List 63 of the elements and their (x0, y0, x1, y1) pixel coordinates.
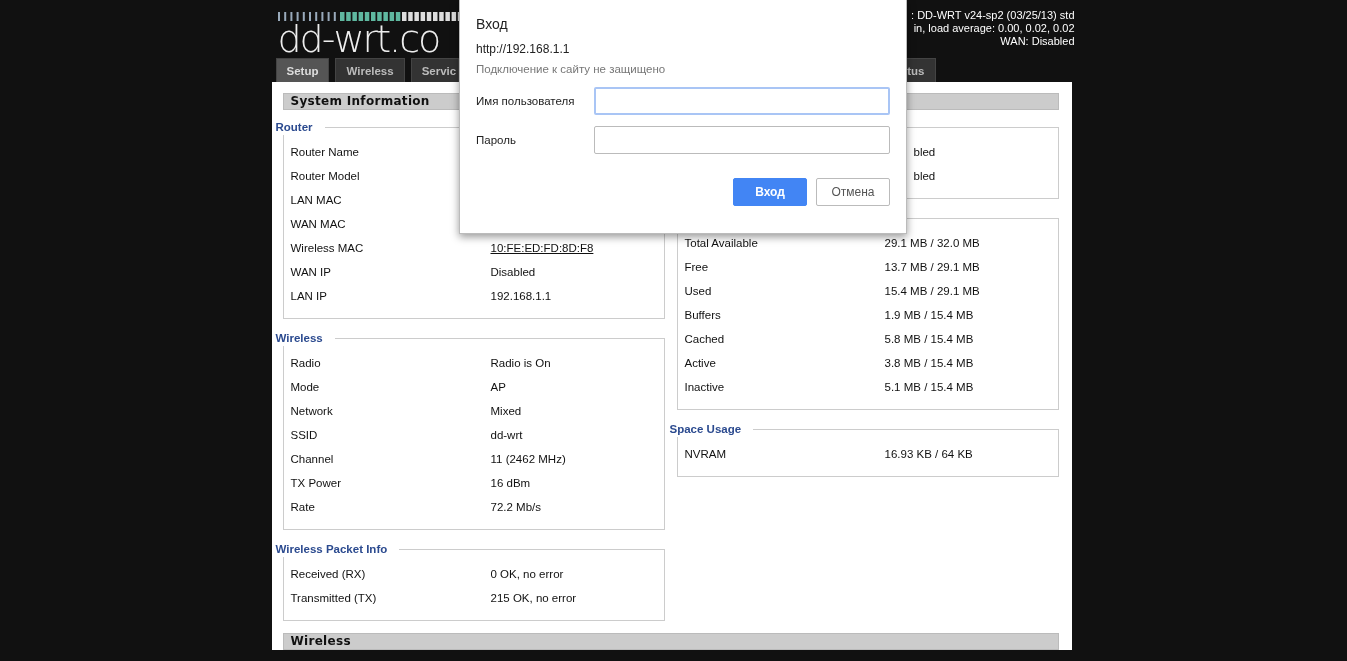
field-label: Used (683, 285, 713, 297)
field-value: 0 OK, no error (490, 568, 564, 580)
router-info-text: in, load average: 0.00, 0.02, 0.02 (913, 22, 1075, 35)
field-value: bled (912, 170, 936, 182)
field-label: Transmitted (TX) (289, 592, 378, 604)
field-label: Radio (289, 357, 322, 369)
dialog-title: Вход (476, 15, 509, 34)
router-info-text: WAN: Disabled (1000, 35, 1075, 48)
field-value: 13.7 MB / 29.1 MB (884, 261, 980, 273)
field-value: 16 dBm (490, 477, 531, 489)
cancel-button[interactable]: Отмена (816, 178, 890, 206)
field-label: Total Available (683, 237, 759, 249)
security-note: Подключение к сайту не защищено (476, 63, 667, 75)
field-label: LAN MAC (289, 194, 343, 206)
field-label: Router Name (289, 146, 360, 158)
field-label: SSID (289, 429, 319, 441)
field-label: Пароль (476, 134, 517, 146)
field-value: 3.8 MB / 15.4 MB (884, 357, 974, 369)
field-label: Rate (289, 501, 316, 513)
field-label: Network (289, 405, 334, 417)
section-title-bar: Wireless (282, 633, 1059, 650)
field-value: Mixed (490, 405, 522, 417)
field-label: Router Model (289, 170, 361, 182)
field-label: Buffers (683, 309, 722, 321)
nav-tab[interactable]: Wireless (335, 58, 405, 82)
field-value: Radio is On (490, 357, 551, 369)
field-label: LAN IP (289, 290, 328, 302)
input-field[interactable] (593, 126, 890, 154)
field-label: TX Power (289, 477, 342, 489)
field-value: AP (490, 381, 506, 393)
site-url: http://192.168.1.1 (476, 42, 571, 56)
login-button[interactable]: Вход (733, 178, 807, 206)
mac-link[interactable]: 10:FE:ED:FD:8D:F8 (490, 242, 594, 254)
field-value: 5.1 MB / 15.4 MB (884, 381, 974, 393)
field-value: 215 OK, no error (490, 592, 577, 604)
field-label: Channel (289, 453, 335, 465)
field-value: 16.93 KB / 64 KB (884, 448, 973, 460)
field-value: 5.8 MB / 15.4 MB (884, 333, 974, 345)
field-label: Mode (289, 381, 321, 393)
field-value: 29.1 MB / 32.0 MB (884, 237, 980, 249)
router-info-text: : DD-WRT v24-sp2 (03/25/13) std (911, 9, 1075, 22)
field-label: WAN IP (289, 266, 332, 278)
field-label: Inactive (683, 381, 726, 393)
nav-tab[interactable]: Servic (410, 58, 460, 82)
field-label: Active (683, 357, 717, 369)
field-value: bled (912, 146, 936, 158)
field-label: WAN MAC (289, 218, 347, 230)
input-field[interactable] (593, 87, 890, 115)
logo-text: dd-wrt.co (277, 22, 441, 56)
field-value: 11 (2462 MHz) (490, 453, 566, 465)
field-value: Disabled (490, 266, 536, 278)
field-value: 192.168.1.1 (490, 290, 552, 302)
field-label: Cached (683, 333, 726, 345)
field-label: Received (RX) (289, 568, 367, 580)
field-label: Free (683, 261, 710, 273)
field-value: dd-wrt (490, 429, 523, 441)
field-label: NVRAM (683, 448, 728, 460)
field-label: Имя пользователя (476, 95, 576, 107)
field-label: Wireless MAC (289, 242, 365, 254)
field-value: 15.4 MB / 29.1 MB (884, 285, 980, 297)
field-value: 72.2 Mb/s (490, 501, 541, 513)
nav-tab[interactable]: Setup (275, 58, 330, 82)
field-value: 1.9 MB / 15.4 MB (884, 309, 974, 321)
